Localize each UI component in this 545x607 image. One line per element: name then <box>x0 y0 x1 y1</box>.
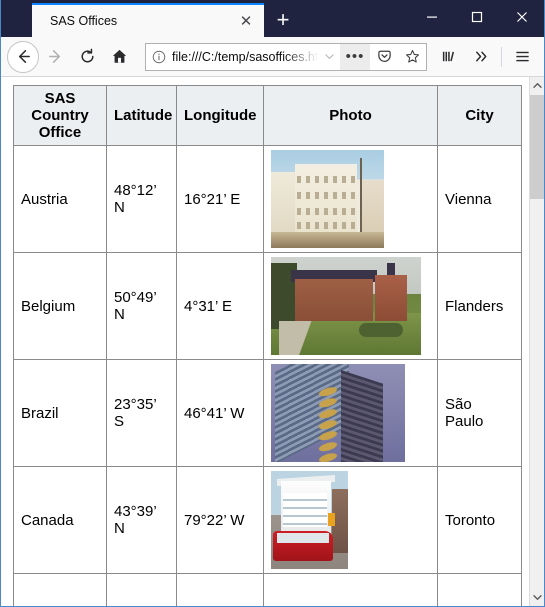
toolbar-separator <box>501 46 502 67</box>
austria-office-photo <box>271 150 384 248</box>
hamburger-menu-icon[interactable] <box>506 41 538 73</box>
web-page: SAS Country Office Latitude Longitude Ph… <box>1 77 529 606</box>
tab-sas-offices[interactable]: SAS Offices ✕ <box>32 3 264 37</box>
toolbar-right-actions <box>433 41 538 73</box>
browser-window: SAS Offices ✕ + file:///C:/temp/sasoffic… <box>0 0 545 607</box>
page-actions-icon[interactable]: ••• <box>340 43 370 70</box>
title-bar: SAS Offices ✕ + <box>1 0 544 37</box>
cell-city: Flanders <box>437 252 522 360</box>
overflow-chevrons-icon[interactable] <box>465 41 497 73</box>
cell-latitude: 50°49’ N <box>106 252 177 360</box>
sas-offices-table: SAS Country Office Latitude Longitude Ph… <box>13 85 522 606</box>
cell-country <box>13 573 107 606</box>
navigation-toolbar: file:///C:/temp/sasoffices.html ••• <box>1 37 544 77</box>
content-area: SAS Country Office Latitude Longitude Ph… <box>1 77 544 606</box>
home-icon[interactable] <box>103 41 135 73</box>
column-header-longitude: Longitude <box>176 85 264 146</box>
cell-country: Canada <box>13 466 107 574</box>
scroll-down-icon[interactable] <box>530 589 544 606</box>
table-row <box>13 573 522 606</box>
cell-latitude: 48°12’ N <box>106 145 177 253</box>
brazil-office-photo <box>271 364 405 462</box>
canada-office-photo <box>271 471 348 569</box>
cell-latitude: 43°39’ N <box>106 466 177 574</box>
tab-strip: SAS Offices ✕ + <box>1 0 302 37</box>
reload-icon[interactable] <box>71 41 103 73</box>
minimize-icon[interactable] <box>409 0 454 34</box>
pocket-icon[interactable] <box>370 44 398 70</box>
bookmark-star-icon[interactable] <box>398 44 426 70</box>
maximize-icon[interactable] <box>454 0 499 34</box>
window-controls <box>409 0 544 34</box>
belgium-office-photo <box>271 257 421 355</box>
new-tab-button[interactable]: + <box>264 3 302 37</box>
library-icon[interactable] <box>433 41 465 73</box>
vertical-scrollbar[interactable] <box>529 77 544 606</box>
table-header-row: SAS Country Office Latitude Longitude Ph… <box>13 85 522 146</box>
cell-country: Brazil <box>13 359 107 467</box>
column-header-photo: Photo <box>263 85 438 146</box>
forward-icon[interactable] <box>39 41 71 73</box>
table-row: Belgium 50°49’ N 4°31’ E Flanders <box>13 252 522 360</box>
cell-photo <box>263 359 438 467</box>
close-icon[interactable]: ✕ <box>236 11 256 31</box>
cell-photo <box>263 252 438 360</box>
table-row: Brazil 23°35’ S 46°41’ W São Paulo <box>13 359 522 467</box>
column-header-country: SAS Country Office <box>13 85 107 146</box>
url-bar[interactable]: file:///C:/temp/sasoffices.html ••• <box>145 42 427 71</box>
cell-photo <box>263 466 438 574</box>
table-row: Austria 48°12’ N 16°21’ E Vienna <box>13 145 522 253</box>
cell-country: Austria <box>13 145 107 253</box>
cell-latitude <box>106 573 177 606</box>
page-info-icon[interactable] <box>146 44 172 70</box>
cell-city: Vienna <box>437 145 522 253</box>
cell-latitude: 23°35’ S <box>106 359 177 467</box>
cell-longitude <box>176 573 264 606</box>
url-input[interactable]: file:///C:/temp/sasoffices.html <box>172 50 318 64</box>
cell-longitude: 79°22’ W <box>176 466 264 574</box>
cell-photo <box>263 145 438 253</box>
table-row: Canada 43°39’ N 79°22’ W Toronto <box>13 466 522 574</box>
tab-title: SAS Offices <box>50 14 118 28</box>
cell-longitude: 46°41’ W <box>176 359 264 467</box>
cell-city <box>437 573 522 606</box>
chevron-down-icon[interactable] <box>318 51 340 62</box>
cell-longitude: 16°21’ E <box>176 145 264 253</box>
column-header-city: City <box>437 85 522 146</box>
scrollbar-thumb[interactable] <box>530 95 544 199</box>
column-header-latitude: Latitude <box>106 85 177 146</box>
cell-city: Toronto <box>437 466 522 574</box>
scroll-up-icon[interactable] <box>530 77 544 94</box>
back-icon[interactable] <box>7 40 39 73</box>
cell-longitude: 4°31’ E <box>176 252 264 360</box>
close-window-icon[interactable] <box>499 0 544 34</box>
cell-city: São Paulo <box>437 359 522 467</box>
cell-photo <box>263 573 438 606</box>
cell-country: Belgium <box>13 252 107 360</box>
